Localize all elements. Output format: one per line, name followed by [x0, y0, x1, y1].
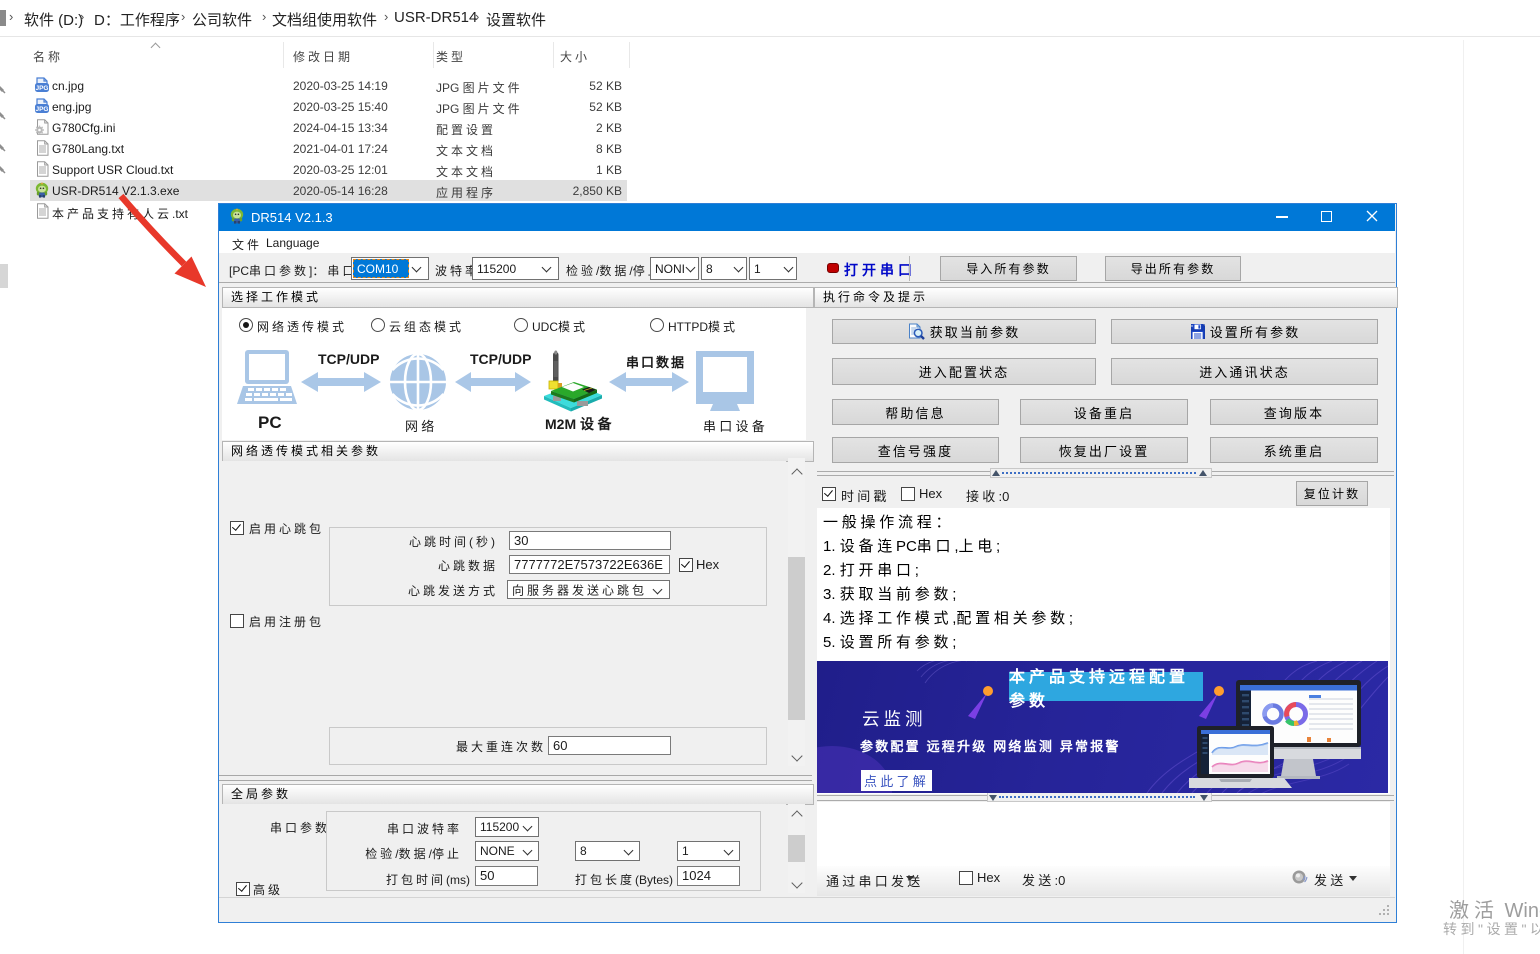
svg-text:JPG: JPG: [35, 85, 48, 92]
svg-text:JPG: JPG: [35, 106, 48, 113]
